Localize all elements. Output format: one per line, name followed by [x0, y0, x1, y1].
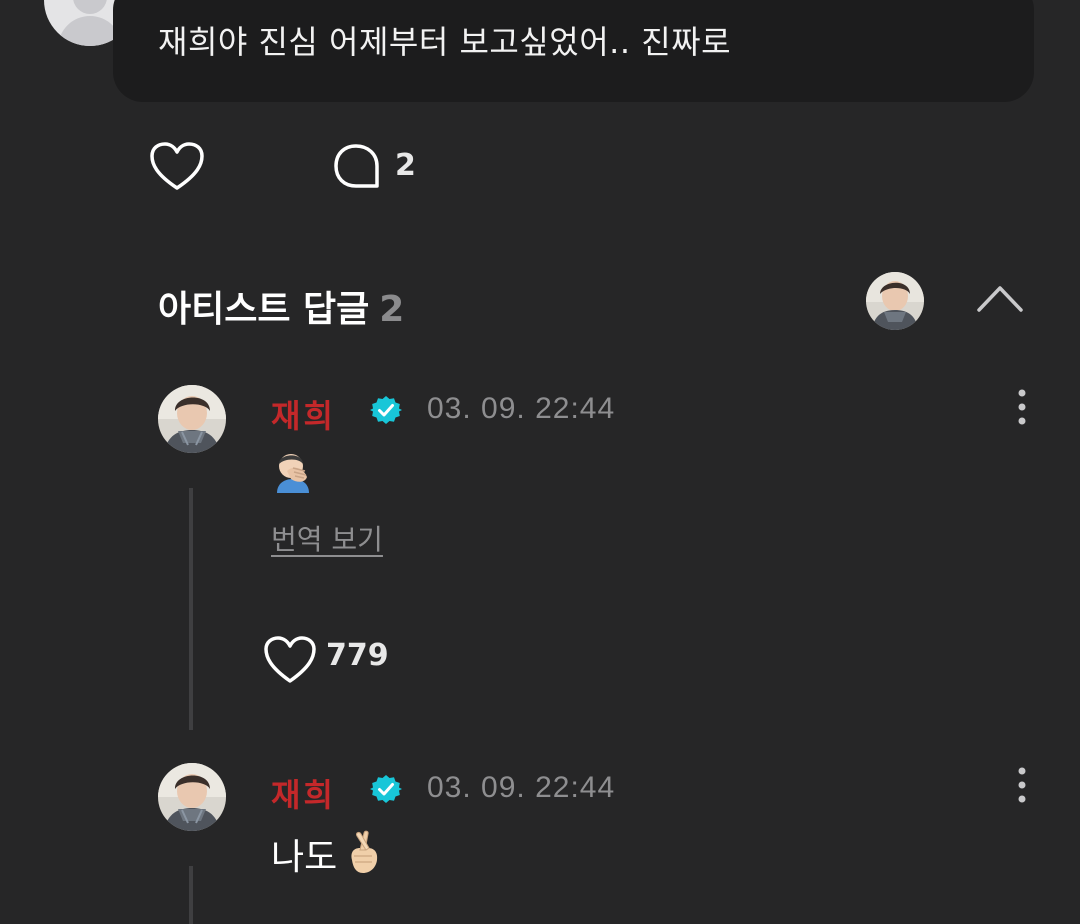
artist-avatar[interactable] [158, 385, 226, 453]
artist-replies-header: 아티스트 답글 2 [158, 280, 404, 332]
reply-timestamp: 03. 09. 22:44 [427, 392, 616, 425]
reply-text: 나도 [271, 837, 338, 878]
avatar-placeholder-head [73, 0, 107, 14]
thread-line [189, 488, 193, 730]
like-count: 779 [326, 638, 389, 673]
verified-badge-icon [370, 775, 402, 803]
artist-avatar-mini[interactable] [866, 272, 924, 330]
heart-icon[interactable] [262, 634, 318, 686]
reply-count: 2 [395, 148, 416, 183]
artist-avatar[interactable] [158, 763, 226, 831]
verified-badge-icon [370, 396, 402, 424]
crossed-fingers-emoji [351, 830, 378, 873]
artist-name[interactable]: 재희 [271, 770, 336, 816]
thread-line [189, 866, 193, 924]
artist-replies-title: 아티스트 답글 [158, 289, 370, 330]
artist-name[interactable]: 재희 [271, 391, 336, 437]
facepalm-emoji [277, 454, 309, 493]
artist-replies-count: 2 [379, 289, 405, 330]
more-vertical-icon[interactable] [1014, 387, 1030, 427]
heart-icon[interactable] [148, 140, 206, 194]
comment-text: 재희야 진심 어제부터 보고싶었어.. 진짜로 [158, 23, 732, 61]
reply-timestamp: 03. 09. 22:44 [427, 771, 616, 804]
comment-icon[interactable] [331, 142, 383, 192]
translate-link[interactable]: 번역 보기 [271, 518, 383, 558]
comment-thread-screen: 재희야 진심 어제부터 보고싶었어.. 진짜로 2 아티스트 답글 2 재희 0… [0, 0, 1080, 924]
chevron-up-icon[interactable] [975, 280, 1025, 316]
more-vertical-icon[interactable] [1014, 765, 1030, 805]
